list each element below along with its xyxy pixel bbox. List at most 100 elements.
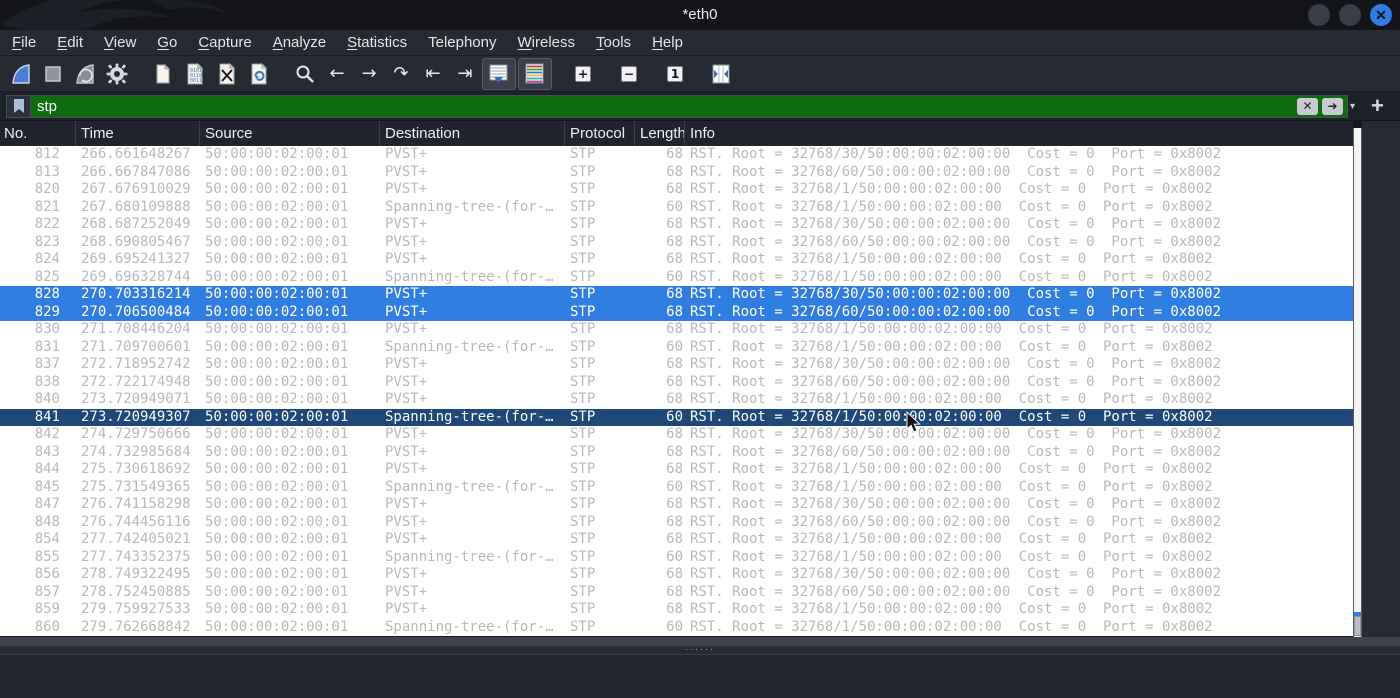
cell-time: 271.709700601	[81, 338, 191, 355]
menu-item[interactable]: Statistics	[339, 31, 415, 55]
packet-row[interactable]: 838 272.722174948 50:00:00:02:00:01 PVST…	[0, 374, 1353, 392]
capture-options-button[interactable]	[102, 59, 132, 89]
close-file-button[interactable]	[212, 59, 242, 89]
packet-row[interactable]: 860 279.762668842 50:00:00:02:00:01 Span…	[0, 619, 1353, 637]
menu-item[interactable]: Help	[644, 31, 691, 55]
cell-source: 50:00:00:02:00:01	[205, 233, 349, 250]
filter-bookmark-button[interactable]	[7, 95, 31, 117]
packet-row[interactable]: 845 275.731549365 50:00:00:02:00:01 Span…	[0, 479, 1353, 497]
cell-protocol: STP	[570, 321, 596, 337]
zoom-out-button[interactable]: −	[614, 59, 644, 89]
cell-source: 50:00:00:02:00:01	[205, 391, 349, 407]
vertical-scrollbar[interactable]	[1353, 128, 1362, 637]
cell-time: 279.759927533	[81, 601, 191, 617]
column-header-time[interactable]: Time	[76, 121, 200, 146]
column-header-info[interactable]: Info	[685, 121, 1353, 146]
menu-item[interactable]: File	[4, 31, 44, 55]
filter-apply-button[interactable]: ➜	[1322, 97, 1343, 115]
packet-row[interactable]: 821 267.680109888 50:00:00:02:00:01 Span…	[0, 199, 1353, 217]
packet-row[interactable]: 848 276.744456116 50:00:00:02:00:01 PVST…	[0, 514, 1353, 532]
packet-row[interactable]: 841 273.720949307 50:00:00:02:00:01 Span…	[0, 408, 1353, 426]
column-header-length[interactable]: Length	[635, 121, 685, 146]
cell-no: 825	[34, 268, 60, 285]
menu-item[interactable]: View	[96, 31, 144, 55]
go-forward-button[interactable]: →	[354, 59, 384, 89]
packet-row[interactable]: 829 270.706500484 50:00:00:02:00:01 PVST…	[0, 303, 1353, 321]
packet-row[interactable]: 856 278.749322495 50:00:00:02:00:01 PVST…	[0, 566, 1353, 584]
pane-splitter-handle[interactable]: ······	[0, 645, 1400, 654]
cell-no: 859	[34, 601, 60, 617]
filter-dropdown-chevron[interactable]: ▾	[1348, 101, 1361, 112]
go-back-button[interactable]: ←	[322, 59, 352, 89]
menu-item[interactable]: Go	[149, 31, 185, 55]
packet-row[interactable]: 844 275.730618692 50:00:00:02:00:01 PVST…	[0, 461, 1353, 479]
resize-columns-button[interactable]	[706, 59, 736, 89]
packet-row[interactable]: 813 266.667847086 50:00:00:02:00:01 PVST…	[0, 164, 1353, 182]
minimize-button[interactable]	[1308, 4, 1330, 26]
go-last-packet-button[interactable]: ⇥	[450, 59, 480, 89]
packet-row[interactable]: 837 272.718952742 50:00:00:02:00:01 PVST…	[0, 356, 1353, 374]
packet-row[interactable]: 812 266.661648267 50:00:00:02:00:01 PVST…	[0, 146, 1353, 164]
packet-row[interactable]: 842 274.729750666 50:00:00:02:00:01 PVST…	[0, 426, 1353, 444]
packet-row[interactable]: 855 277.743352375 50:00:00:02:00:01 Span…	[0, 549, 1353, 567]
menu-item[interactable]: Wireless	[510, 31, 584, 55]
packet-row[interactable]: 843 274.732985684 50:00:00:02:00:01 PVST…	[0, 444, 1353, 462]
column-header-protocol[interactable]: Protocol	[565, 121, 635, 146]
packet-row[interactable]: 847 276.741158298 50:00:00:02:00:01 PVST…	[0, 496, 1353, 514]
menu-item[interactable]: Telephony	[420, 31, 504, 55]
open-file-button[interactable]	[148, 59, 178, 89]
menu-item[interactable]: Capture	[190, 31, 259, 55]
packet-row[interactable]: 828 270.703316214 50:00:00:02:00:01 PVST…	[0, 286, 1353, 304]
column-header-source[interactable]: Source	[200, 121, 380, 146]
packet-row[interactable]: 820 267.676910029 50:00:00:02:00:01 PVST…	[0, 181, 1353, 199]
menu-item[interactable]: Edit	[49, 31, 91, 55]
add-filter-button[interactable]: +	[1371, 95, 1384, 117]
packet-row[interactable]: 854 277.742405021 50:00:00:02:00:01 PVST…	[0, 531, 1353, 549]
packet-row[interactable]: 840 273.720949071 50:00:00:02:00:01 PVST…	[0, 391, 1353, 409]
packet-row[interactable]: 822 268.687252049 50:00:00:02:00:01 PVST…	[0, 216, 1353, 234]
last-packet-icon: ⇥	[457, 62, 473, 84]
cell-time: 277.743352375	[81, 548, 191, 565]
back-arrow-icon: ←	[329, 62, 345, 84]
colorize-packets-button[interactable]	[518, 57, 552, 90]
menu-item[interactable]: Analyze	[265, 31, 334, 55]
filter-clear-button[interactable]: ✕	[1297, 97, 1318, 115]
packet-row[interactable]: 823 268.690805467 50:00:00:02:00:01 PVST…	[0, 234, 1353, 252]
cell-time: 278.749322495	[81, 566, 191, 582]
reload-file-button[interactable]	[244, 59, 274, 89]
go-to-packet-button[interactable]: ↷	[386, 59, 416, 89]
maximize-button[interactable]	[1339, 4, 1361, 26]
close-button[interactable]: ✕	[1370, 4, 1392, 26]
cell-no: 855	[34, 548, 60, 565]
cell-time: 274.732985684	[81, 443, 191, 460]
scrollbar-thumb[interactable]	[1354, 616, 1361, 636]
column-header-destination[interactable]: Destination	[380, 121, 565, 146]
start-capture-button[interactable]	[6, 59, 36, 89]
find-packet-button[interactable]	[290, 59, 320, 89]
title-bar[interactable]: *eth0 ✕	[0, 0, 1400, 30]
cell-length: 68	[666, 443, 683, 460]
packet-list: 812 266.661648267 50:00:00:02:00:01 PVST…	[0, 146, 1353, 636]
cell-length: 68	[666, 426, 683, 442]
go-first-packet-button[interactable]: ⇤	[418, 59, 448, 89]
packet-row[interactable]: 831 271.709700601 50:00:00:02:00:01 Span…	[0, 339, 1353, 357]
zoom-in-button[interactable]: +	[568, 59, 598, 89]
column-header-no[interactable]: No.	[0, 121, 76, 146]
cell-protocol: STP	[570, 566, 596, 582]
stop-capture-button[interactable]	[38, 59, 68, 89]
cell-destination: PVST+	[385, 443, 428, 460]
menu-item[interactable]: Tools	[588, 31, 639, 55]
display-filter-input[interactable]: stp ✕ ➜	[6, 94, 1348, 118]
packet-row[interactable]: 857 278.752450885 50:00:00:02:00:01 PVST…	[0, 584, 1353, 602]
search-icon	[296, 65, 314, 83]
normal-size-button[interactable]: 1	[660, 59, 690, 89]
auto-scroll-button[interactable]	[482, 57, 516, 90]
save-file-button[interactable]: 0101 0110 0011	[180, 59, 210, 89]
restart-capture-button[interactable]	[70, 59, 100, 89]
packet-row[interactable]: 825 269.696328744 50:00:00:02:00:01 Span…	[0, 269, 1353, 287]
cell-destination: PVST+	[385, 233, 428, 250]
packet-row[interactable]: 830 271.708446204 50:00:00:02:00:01 PVST…	[0, 321, 1353, 339]
packet-list-header: No. Time Source Destination Protocol Len…	[0, 121, 1353, 146]
packet-row[interactable]: 859 279.759927533 50:00:00:02:00:01 PVST…	[0, 601, 1353, 619]
packet-row[interactable]: 824 269.695241327 50:00:00:02:00:01 PVST…	[0, 251, 1353, 269]
